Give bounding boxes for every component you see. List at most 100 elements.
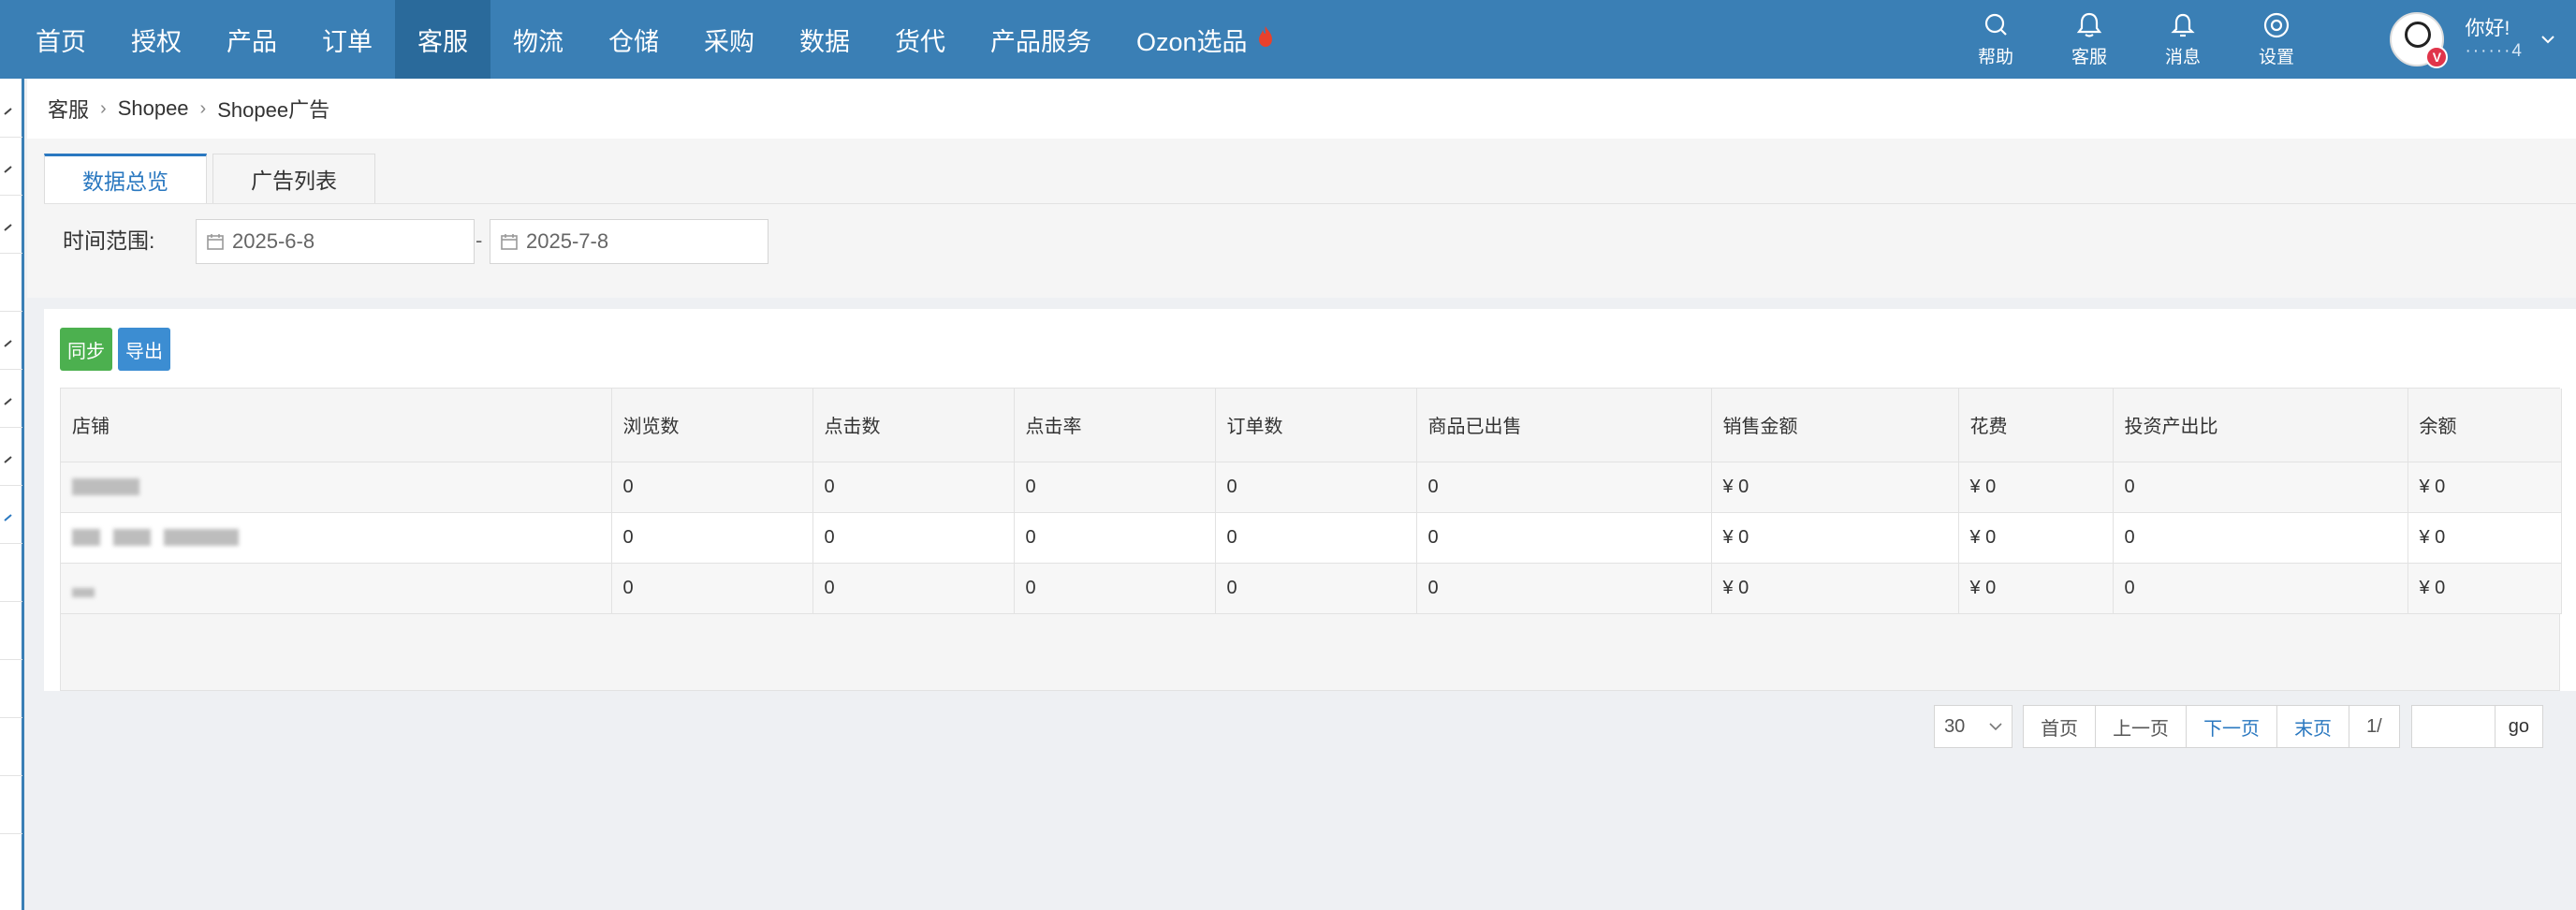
table-cell: 0	[1014, 462, 1216, 513]
main-nav: 首页 授权 产品 订单 客服 物流 仓储 采购 数据 货代 产品服务 Ozon选…	[13, 0, 1296, 79]
breadcrumb-item-customer-service[interactable]: 客服	[48, 94, 89, 124]
table-cell: ¥ 0	[1958, 563, 2114, 614]
nav-home[interactable]: 首页	[13, 0, 109, 79]
table-cell: ¥ 0	[1711, 563, 1959, 614]
col-header-orders: 订单数	[1215, 389, 1417, 462]
sync-button[interactable]: 同步	[60, 328, 112, 371]
user-menu[interactable]: V 你好! ······4	[2390, 0, 2555, 79]
col-header-views: 浏览数	[611, 389, 813, 462]
date-separator: -	[476, 228, 483, 252]
start-date-input[interactable]: 2025-6-8	[196, 219, 475, 264]
table-cell: 0	[611, 512, 813, 564]
settings-button[interactable]: 设置	[2230, 0, 2323, 79]
chevron-right-icon: ›	[100, 97, 107, 119]
table-cell: 0	[2113, 512, 2408, 564]
avatar[interactable]: V	[2390, 12, 2449, 68]
divider	[0, 311, 22, 312]
divider	[0, 253, 22, 254]
top-nav-bar: 首页 授权 产品 订单 客服 物流 仓储 采购 数据 货代 产品服务 Ozon选…	[0, 0, 2576, 79]
end-date-value: 2025-7-8	[526, 229, 609, 253]
chevron-icon[interactable]	[2, 221, 15, 234]
chevron-icon[interactable]	[2, 453, 15, 466]
table-cell: 0	[1215, 563, 1417, 614]
table-cell: ¥ 0	[1958, 512, 2114, 564]
chevron-icon[interactable]	[2, 163, 15, 176]
flame-icon	[1257, 25, 1274, 54]
table-cell: ¥ 0	[2408, 512, 2562, 564]
table-cell: ¥ 0	[2408, 563, 2562, 614]
table-cell: 0	[1215, 462, 1417, 513]
table-cell: 0	[611, 563, 813, 614]
chevron-right-icon: ›	[199, 97, 207, 119]
divider	[0, 717, 22, 718]
table-cell: 0	[812, 563, 1015, 614]
shop-name-cell	[61, 462, 612, 513]
chevron-icon[interactable]	[2, 337, 15, 350]
tab-bar: 数据总览 广告列表	[44, 154, 381, 204]
table-cell: 0	[812, 512, 1015, 564]
chevron-icon[interactable]	[2, 511, 15, 524]
help-button[interactable]: 帮助	[1949, 0, 2042, 79]
go-button[interactable]: go	[2494, 705, 2543, 748]
table-cell: 0	[1215, 512, 1417, 564]
page-jump-input[interactable]	[2410, 705, 2496, 748]
first-page-button[interactable]: 首页	[2023, 705, 2097, 748]
support-button[interactable]: 客服	[2042, 0, 2136, 79]
calendar-icon	[501, 234, 518, 250]
nav-product-service[interactable]: 产品服务	[968, 0, 1114, 79]
table-cell: 0	[2113, 462, 2408, 513]
tab-ad-list[interactable]: 广告列表	[212, 154, 375, 204]
table-cell: 0	[1416, 563, 1712, 614]
end-date-input[interactable]: 2025-7-8	[490, 219, 768, 264]
nav-orders[interactable]: 订单	[300, 0, 395, 79]
chevron-icon[interactable]	[2, 395, 15, 408]
page-size-select[interactable]: 30	[1934, 705, 2013, 748]
nav-freight[interactable]: 货代	[872, 0, 968, 79]
next-page-button[interactable]: 下一页	[2186, 705, 2278, 748]
blurred-shop-name	[72, 588, 95, 598]
nav-ozon-label: Ozon选品	[1136, 27, 1248, 56]
blurred-shop-name	[164, 529, 239, 547]
nav-customer-service[interactable]: 客服	[395, 0, 490, 79]
chevron-icon[interactable]	[2, 105, 15, 118]
col-header-ctr: 点击率	[1014, 389, 1216, 462]
nav-warehouse[interactable]: 仓储	[586, 0, 681, 79]
chevron-down-icon	[2541, 36, 2554, 44]
divider	[0, 775, 22, 776]
nav-authorize[interactable]: 授权	[109, 0, 204, 79]
nav-purchase[interactable]: 采购	[681, 0, 777, 79]
last-page-button[interactable]: 末页	[2276, 705, 2350, 748]
col-header-sales-amount: 销售金额	[1711, 389, 1959, 462]
col-header-clicks: 点击数	[812, 389, 1015, 462]
messages-button[interactable]: 消息	[2136, 0, 2230, 79]
table-cell: 0	[2113, 563, 2408, 614]
table-row[interactable]: 0 0 0 0 0 ¥ 0 ¥ 0 0 ¥ 0	[61, 512, 2562, 564]
messages-label: 消息	[2164, 47, 2201, 67]
page-info: 1/	[2349, 705, 2400, 748]
col-header-items-sold: 商品已出售	[1416, 389, 1712, 462]
divider	[0, 659, 22, 660]
nav-logistics[interactable]: 物流	[490, 0, 586, 79]
avatar-face	[2405, 22, 2432, 48]
nav-data[interactable]: 数据	[777, 0, 872, 79]
prev-page-button[interactable]: 上一页	[2095, 705, 2188, 748]
table-row[interactable]: 0 0 0 0 0 ¥ 0 ¥ 0 0 ¥ 0	[61, 563, 2562, 614]
tab-data-overview[interactable]: 数据总览	[44, 154, 207, 204]
nav-products[interactable]: 产品	[204, 0, 300, 79]
table-row[interactable]: 0 0 0 0 0 ¥ 0 ¥ 0 0 ¥ 0	[61, 462, 2562, 513]
breadcrumb: 客服 › Shopee › Shopee广告	[27, 79, 2576, 139]
table-cell: 0	[1014, 563, 1216, 614]
export-button[interactable]: 导出	[118, 328, 170, 371]
table-cell: ¥ 0	[1711, 512, 1959, 564]
table-cell: 0	[1416, 512, 1712, 564]
table-cell: 0	[812, 462, 1015, 513]
shop-name-cell	[61, 512, 612, 564]
breadcrumb-item-shopee[interactable]: Shopee	[118, 96, 189, 121]
nav-ozon-selection[interactable]: Ozon选品	[1114, 0, 1296, 79]
left-sidebar-collapsed	[0, 79, 24, 910]
divider	[0, 137, 22, 138]
divider	[0, 601, 22, 602]
right-tools: 帮助 客服 消息 设置	[1949, 0, 2323, 79]
help-label: 帮助	[1977, 47, 2013, 67]
breadcrumb-item-shopee-ads: Shopee广告	[217, 98, 330, 122]
